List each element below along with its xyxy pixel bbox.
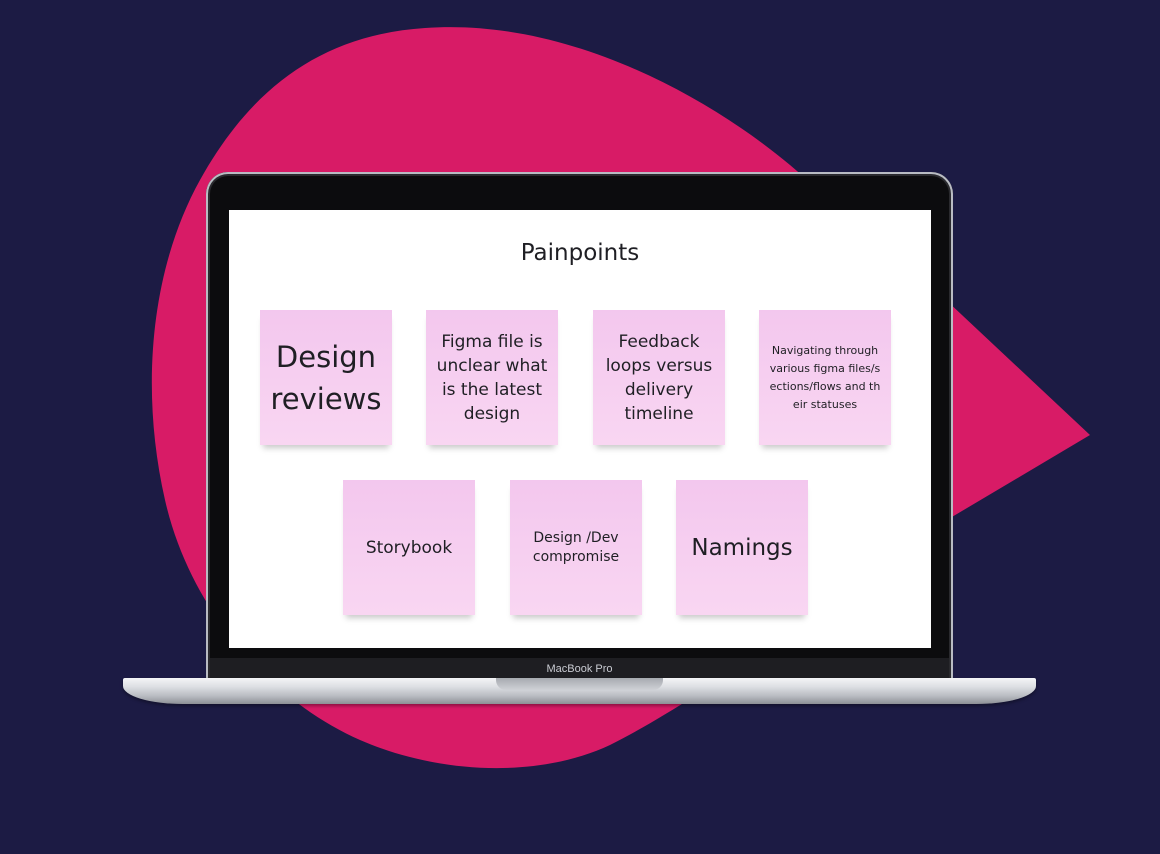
sticky-note-text: Navigating through various figma files/s… (769, 343, 881, 411)
laptop-screen: Painpoints Design reviews Figma file is … (229, 210, 931, 648)
sticky-note-text: Figma file is unclear what is the latest… (436, 331, 548, 424)
board-title: Painpoints (520, 240, 640, 266)
sticky-note-namings: Namings (676, 480, 808, 615)
device-label: MacBook Pro (546, 663, 613, 675)
sticky-note-figma-file: Figma file is unclear what is the latest… (426, 310, 558, 445)
sticky-note-text: Feedback loops versus delivery timeline (605, 331, 713, 424)
sticky-note-design-dev-compromise: Design /Dev compromise (510, 480, 642, 615)
laptop-opening-notch (496, 678, 663, 690)
sticky-note-storybook: Storybook (343, 480, 475, 615)
sticky-note-design-reviews: Design reviews (260, 310, 392, 445)
sticky-note-feedback-loops: Feedback loops versus delivery timeline (593, 310, 725, 445)
sticky-note-text: Design /Dev compromise (532, 529, 620, 565)
laptop-lid: Painpoints Design reviews Figma file is … (206, 172, 953, 684)
sticky-note-text: Namings (691, 534, 793, 561)
laptop-chin: MacBook Pro (210, 658, 949, 680)
sticky-note-text: Design reviews (270, 339, 382, 416)
sticky-note-navigating: Navigating through various figma files/s… (759, 310, 891, 445)
laptop-base (123, 678, 1036, 704)
sticky-note-text: Storybook (365, 537, 453, 558)
